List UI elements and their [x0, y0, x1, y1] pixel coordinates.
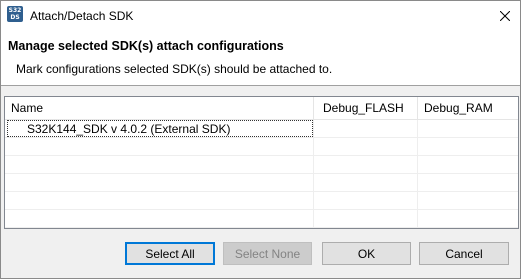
title-bar: S32 DS Attach/Detach SDK — [1, 1, 520, 31]
close-icon — [500, 11, 510, 21]
empty-row — [5, 192, 518, 210]
empty-cell — [417, 210, 518, 227]
empty-row — [5, 156, 518, 174]
sdk-name-label: S32K144_SDK v 4.0.2 (External SDK) — [27, 122, 231, 136]
dialog-header: Manage selected SDK(s) attach configurat… — [1, 31, 520, 86]
empty-row — [5, 210, 518, 228]
cell-debug-flash[interactable] — [313, 120, 418, 137]
column-header-name[interactable]: Name — [5, 97, 313, 119]
cell-name[interactable]: S32K144_SDK v 4.0.2 (External SDK) — [7, 120, 313, 137]
empty-cell — [417, 192, 518, 209]
header-title: Manage selected SDK(s) attach configurat… — [8, 39, 284, 53]
table-row[interactable]: S32K144_SDK v 4.0.2 (External SDK) — [5, 120, 518, 138]
attach-detach-sdk-dialog: S32 DS Attach/Detach SDK Manage selected … — [0, 0, 521, 279]
configurations-table[interactable]: Name Debug_FLASH Debug_RAM S32K144_SDK v… — [4, 96, 519, 229]
empty-cell — [313, 156, 418, 173]
s32ds-app-icon: S32 DS — [7, 6, 23, 22]
cell-debug-ram[interactable] — [417, 120, 518, 137]
header-description: Mark configurations selected SDK(s) shou… — [16, 62, 333, 76]
select-none-button[interactable]: Select None — [223, 242, 312, 265]
empty-cell — [313, 210, 418, 227]
empty-cell — [417, 174, 518, 191]
empty-row — [5, 138, 518, 156]
table-header: Name Debug_FLASH Debug_RAM — [5, 97, 518, 120]
empty-cell — [5, 174, 313, 191]
column-header-debug-ram[interactable]: Debug_RAM — [417, 97, 518, 119]
empty-cell — [5, 210, 313, 227]
empty-cell — [5, 192, 313, 209]
cancel-button[interactable]: Cancel — [419, 242, 509, 265]
empty-cell — [313, 138, 418, 155]
select-all-button[interactable]: Select All — [125, 242, 215, 265]
ok-button[interactable]: OK — [322, 242, 411, 265]
empty-cell — [5, 138, 313, 155]
empty-cell — [313, 192, 418, 209]
empty-row — [5, 174, 518, 192]
window-title: Attach/Detach SDK — [30, 9, 134, 23]
column-header-debug-flash[interactable]: Debug_FLASH — [313, 97, 417, 119]
empty-cell — [5, 156, 313, 173]
empty-cell — [417, 156, 518, 173]
empty-cell — [313, 174, 418, 191]
close-button[interactable] — [490, 1, 520, 31]
empty-cell — [417, 138, 518, 155]
